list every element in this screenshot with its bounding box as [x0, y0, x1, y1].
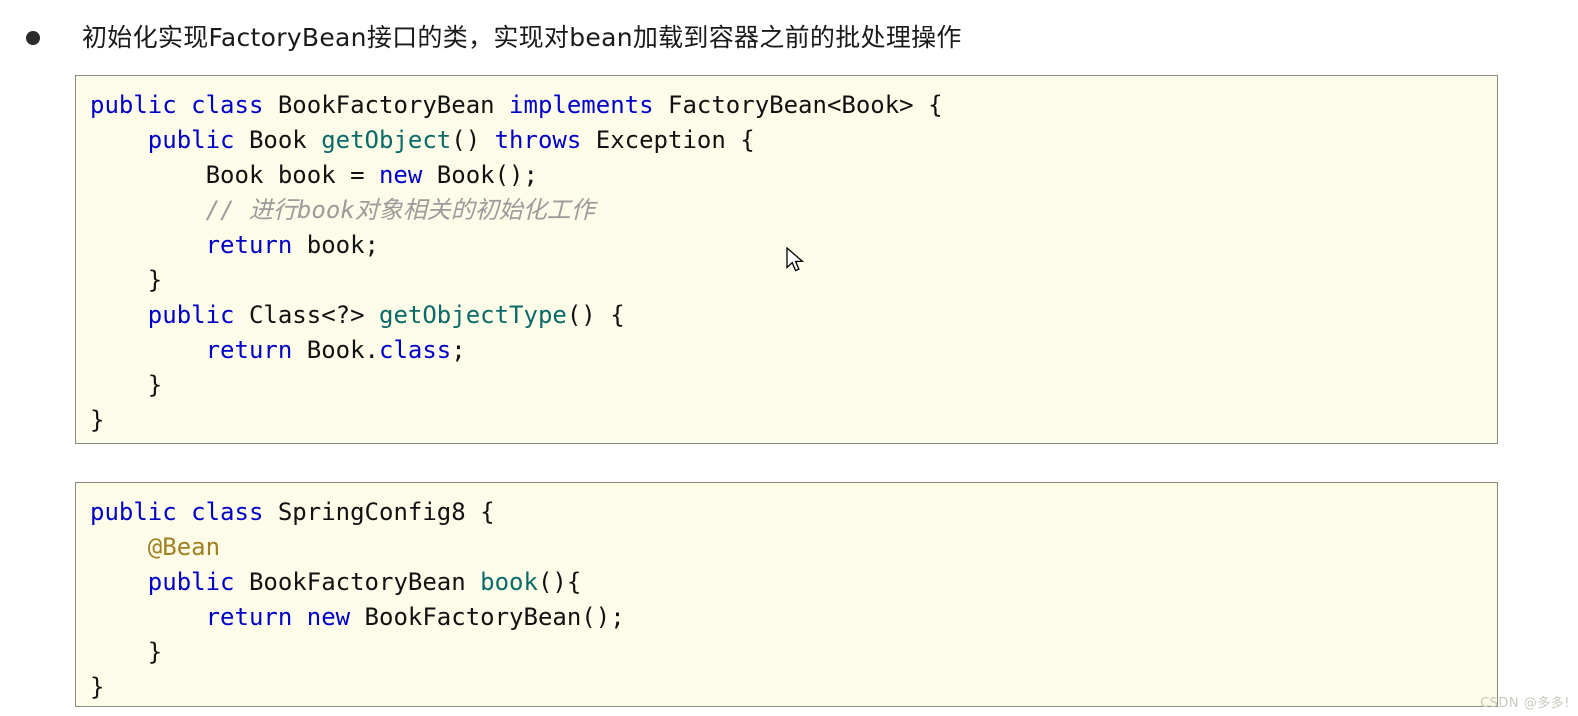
code-token: throws	[494, 126, 582, 154]
code-token: FactoryBean<Book> {	[653, 91, 943, 119]
code-token: public	[90, 498, 177, 526]
code-token: Book book =	[90, 161, 379, 189]
code-token: BookFactoryBean	[263, 91, 510, 119]
code-token: Book();	[422, 161, 538, 189]
code-content: public class SpringConfig8 { @Bean publi…	[76, 483, 1497, 705]
code-token: Book	[234, 126, 322, 154]
code-token: // 进行book对象相关的初始化工作	[90, 196, 595, 224]
code-token: public	[90, 91, 177, 119]
code-token: new	[306, 603, 351, 631]
heading-row: 初始化实现FactoryBean接口的类，实现对bean加载到容器之前的批处理操…	[0, 14, 1578, 62]
code-token: ()	[451, 126, 495, 154]
code-token: book;	[292, 231, 379, 259]
code-token: getObject	[321, 126, 452, 154]
code-token: implements	[509, 91, 654, 119]
code-token: return	[205, 603, 293, 631]
code-token: }	[90, 406, 105, 434]
code-content: public class BookFactoryBean implements …	[76, 76, 1497, 438]
code-token: class	[191, 91, 264, 119]
code-token: (){	[537, 568, 582, 596]
code-token: ;	[451, 336, 466, 364]
code-token: getObjectType	[379, 301, 567, 329]
code-block-factorybean-implementation: public class BookFactoryBean implements …	[75, 75, 1498, 444]
code-token: Class<?>	[234, 301, 379, 329]
page-title: 初始化实现FactoryBean接口的类，实现对bean加载到容器之前的批处理操…	[82, 23, 962, 52]
code-token: }	[90, 266, 163, 294]
code-token: Exception {	[581, 126, 755, 154]
code-token: class	[191, 498, 264, 526]
code-token: }	[90, 371, 163, 399]
code-token: return	[205, 231, 293, 259]
code-token: () {	[566, 301, 625, 329]
code-token: book	[480, 568, 538, 596]
code-token: public	[147, 301, 235, 329]
code-token: BookFactoryBean	[234, 568, 481, 596]
code-block-spring-config: public class SpringConfig8 { @Bean publi…	[75, 482, 1498, 707]
watermark-label: CSDN @多多!	[1480, 696, 1570, 711]
code-token: }	[90, 673, 105, 701]
code-token: SpringConfig8 {	[263, 498, 495, 526]
code-token: }	[90, 638, 163, 666]
code-token: public	[147, 568, 235, 596]
code-token: Book.	[292, 336, 379, 364]
code-token: new	[378, 161, 423, 189]
code-token: public	[147, 126, 235, 154]
code-token: BookFactoryBean();	[350, 603, 625, 631]
code-token: return	[205, 336, 293, 364]
bullet-dot-icon	[26, 31, 40, 45]
code-token: @Bean	[147, 533, 221, 561]
code-token: class	[379, 336, 452, 364]
